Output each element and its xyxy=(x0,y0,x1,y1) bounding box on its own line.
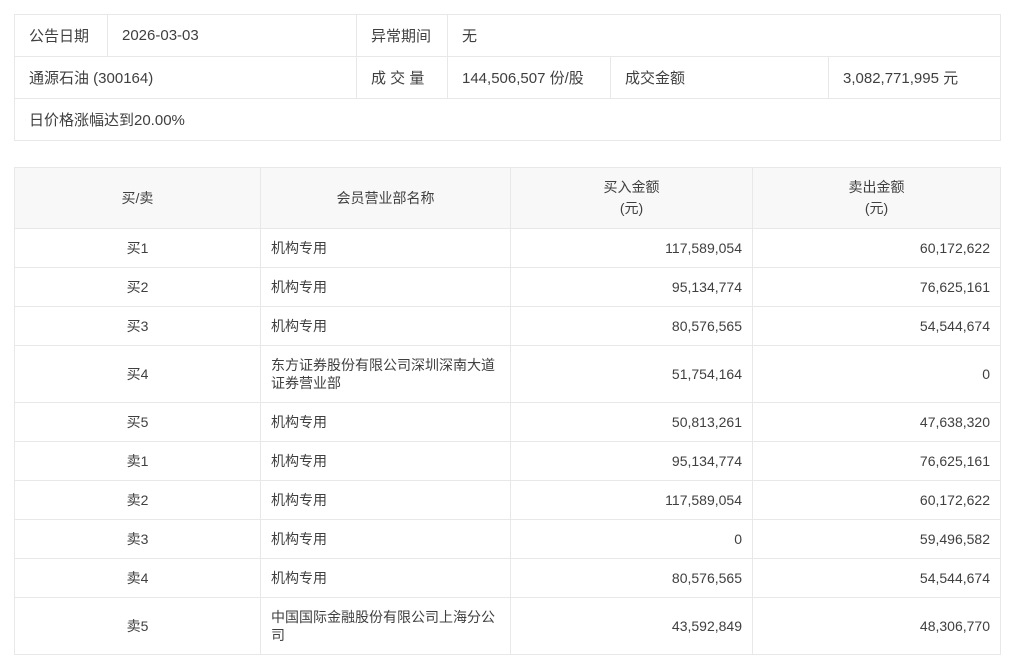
turnover-value: 3,082,771,995 元 xyxy=(829,57,1001,99)
side-cell: 卖4 xyxy=(15,559,261,598)
buy-amount-cell: 117,589,054 xyxy=(511,229,753,268)
branch-cell: 中国国际金融股份有限公司上海分公司 xyxy=(261,598,511,655)
buy-amount-cell: 43,592,849 xyxy=(511,598,753,655)
buy-amount-cell: 50,813,261 xyxy=(511,403,753,442)
buy-amount-cell: 95,134,774 xyxy=(511,268,753,307)
turnover-label: 成交金额 xyxy=(611,57,829,99)
table-row: 买2 机构专用 95,134,774 76,625,161 xyxy=(15,268,1001,307)
sell-amount-cell: 54,544,674 xyxy=(753,559,1001,598)
table-row: 买1 机构专用 117,589,054 60,172,622 xyxy=(15,229,1001,268)
buy-amount-cell: 80,576,565 xyxy=(511,559,753,598)
announce-date-label: 公告日期 xyxy=(15,15,108,57)
branch-cell: 机构专用 xyxy=(261,403,511,442)
branch-cell: 机构专用 xyxy=(261,481,511,520)
header-sell-line2: (元) xyxy=(865,200,888,216)
info-row-date: 公告日期 2026-03-03 异常期间 无 xyxy=(15,15,1001,57)
table-row: 买5 机构专用 50,813,261 47,638,320 xyxy=(15,403,1001,442)
info-row-reason: 日价格涨幅达到20.00% xyxy=(15,99,1001,141)
branch-cell: 东方证券股份有限公司深圳深南大道证券营业部 xyxy=(261,346,511,403)
abnormal-period-value: 无 xyxy=(448,15,1001,57)
buy-amount-cell: 117,589,054 xyxy=(511,481,753,520)
branch-cell: 机构专用 xyxy=(261,229,511,268)
table-row: 卖4 机构专用 80,576,565 54,544,674 xyxy=(15,559,1001,598)
buy-amount-cell: 51,754,164 xyxy=(511,346,753,403)
table-header-row: 买/卖 会员营业部名称 买入金额 (元) 卖出金额 (元) xyxy=(15,168,1001,229)
header-branch: 会员营业部名称 xyxy=(261,168,511,229)
sell-amount-cell: 60,172,622 xyxy=(753,229,1001,268)
abnormal-period-label: 异常期间 xyxy=(357,15,448,57)
side-cell: 买2 xyxy=(15,268,261,307)
sell-amount-cell: 59,496,582 xyxy=(753,520,1001,559)
buy-amount-cell: 80,576,565 xyxy=(511,307,753,346)
header-buy-amount: 买入金额 (元) xyxy=(511,168,753,229)
sell-amount-cell: 47,638,320 xyxy=(753,403,1001,442)
sell-amount-cell: 76,625,161 xyxy=(753,268,1001,307)
table-row: 卖3 机构专用 0 59,496,582 xyxy=(15,520,1001,559)
branch-cell: 机构专用 xyxy=(261,559,511,598)
list-reason-text: 日价格涨幅达到20.00% xyxy=(15,99,1001,141)
table-row: 卖5 中国国际金融股份有限公司上海分公司 43,592,849 48,306,7… xyxy=(15,598,1001,655)
buy-amount-cell: 95,134,774 xyxy=(511,442,753,481)
header-side: 买/卖 xyxy=(15,168,261,229)
header-sell-amount: 卖出金额 (元) xyxy=(753,168,1001,229)
side-cell: 卖1 xyxy=(15,442,261,481)
table-row: 卖1 机构专用 95,134,774 76,625,161 xyxy=(15,442,1001,481)
table-row: 买4 东方证券股份有限公司深圳深南大道证券营业部 51,754,164 0 xyxy=(15,346,1001,403)
sell-amount-cell: 60,172,622 xyxy=(753,481,1001,520)
volume-value: 144,506,507 份/股 xyxy=(448,57,611,99)
side-cell: 卖2 xyxy=(15,481,261,520)
branch-cell: 机构专用 xyxy=(261,307,511,346)
broker-seats-table: 买/卖 会员营业部名称 买入金额 (元) 卖出金额 (元) 买1 机构专用 117,… xyxy=(14,167,1001,655)
volume-label: 成 交 量 xyxy=(357,57,448,99)
info-row-stock: 通源石油 (300164) 成 交 量 144,506,507 份/股 成交金额… xyxy=(15,57,1001,99)
sell-amount-cell: 0 xyxy=(753,346,1001,403)
table-row: 卖2 机构专用 117,589,054 60,172,622 xyxy=(15,481,1001,520)
stock-info-box: 公告日期 2026-03-03 异常期间 无 通源石油 (300164) 成 交… xyxy=(14,14,1001,141)
buy-amount-cell: 0 xyxy=(511,520,753,559)
sell-amount-cell: 54,544,674 xyxy=(753,307,1001,346)
header-sell-line1: 卖出金额 xyxy=(849,179,905,195)
side-cell: 买3 xyxy=(15,307,261,346)
side-cell: 买5 xyxy=(15,403,261,442)
side-cell: 买4 xyxy=(15,346,261,403)
branch-cell: 机构专用 xyxy=(261,442,511,481)
side-cell: 买1 xyxy=(15,229,261,268)
branch-cell: 机构专用 xyxy=(261,520,511,559)
side-cell: 卖3 xyxy=(15,520,261,559)
sell-amount-cell: 48,306,770 xyxy=(753,598,1001,655)
side-cell: 卖5 xyxy=(15,598,261,655)
header-buy-line1: 买入金额 xyxy=(604,179,660,195)
branch-cell: 机构专用 xyxy=(261,268,511,307)
table-row: 买3 机构专用 80,576,565 54,544,674 xyxy=(15,307,1001,346)
stock-name: 通源石油 (300164) xyxy=(15,57,357,99)
header-buy-line2: (元) xyxy=(620,200,643,216)
announce-date-value: 2026-03-03 xyxy=(108,15,357,57)
sell-amount-cell: 76,625,161 xyxy=(753,442,1001,481)
page: 公告日期 2026-03-03 异常期间 无 通源石油 (300164) 成 交… xyxy=(0,0,1015,667)
